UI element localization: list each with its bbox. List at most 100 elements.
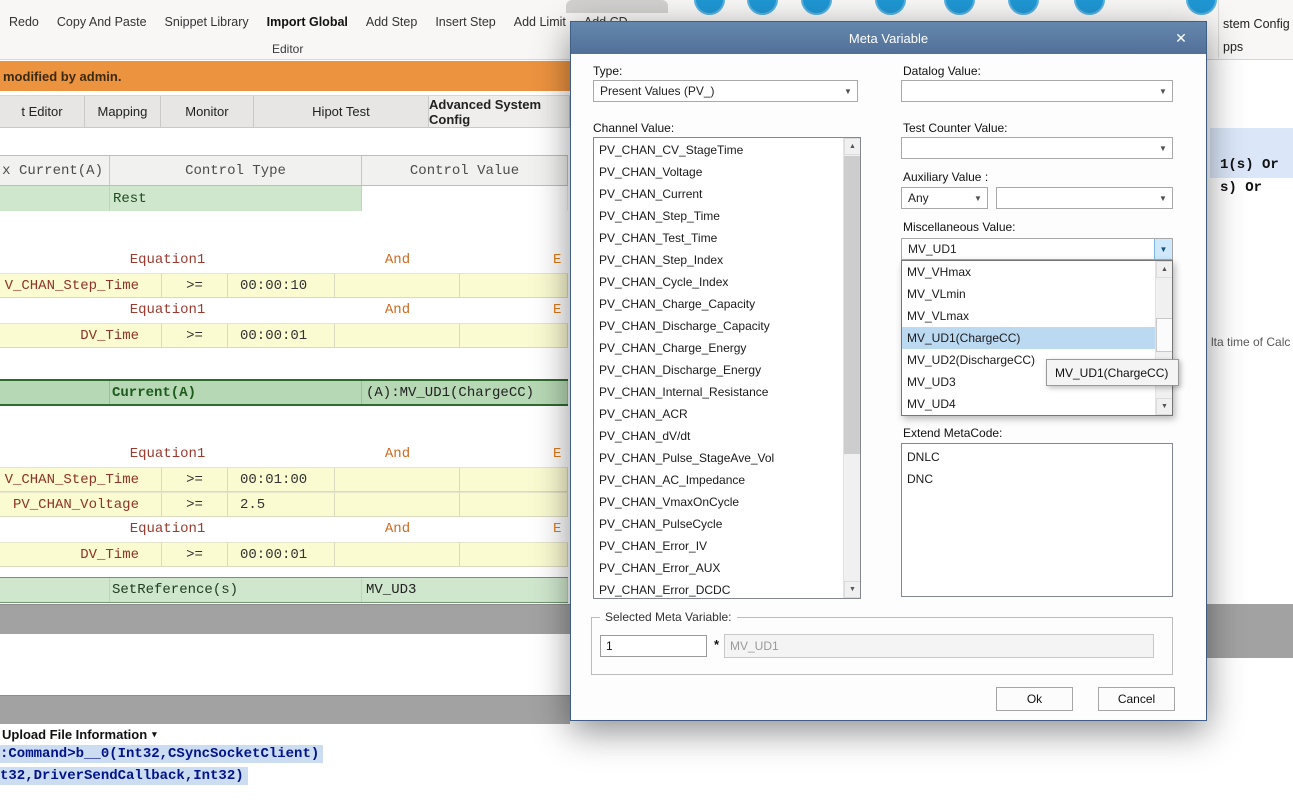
equation-row[interactable]: Equation1 And E (0, 298, 568, 323)
datalog-value-select[interactable]: ▼ (901, 80, 1173, 102)
channel-list-item[interactable]: PV_CHAN_Internal_Resistance (594, 381, 842, 403)
channel-list-item[interactable]: PV_CHAN_Error_IV (594, 535, 842, 557)
datalog-value-label: Datalog Value: (903, 64, 981, 78)
toolbar-button[interactable]: Add Step (357, 15, 426, 29)
close-icon[interactable]: ✕ (1170, 29, 1192, 47)
scroll-down-icon[interactable]: ▼ (1156, 398, 1173, 415)
meta-count-field[interactable]: 1 (600, 635, 707, 657)
current-step-type: Current(A) (110, 381, 362, 404)
equation-next-partial: E (460, 442, 568, 467)
ribbon-tab-apps[interactable]: pps (1223, 40, 1243, 54)
channel-list-item[interactable]: PV_CHAN_Discharge_Energy (594, 359, 842, 381)
condition-operator: >= (162, 542, 228, 567)
chevron-down-icon: ▾ (152, 729, 157, 740)
app-icon[interactable] (694, 0, 725, 15)
channel-list-item[interactable]: PV_CHAN_AC_Impedance (594, 469, 842, 491)
scroll-down-icon[interactable]: ▼ (844, 581, 861, 598)
main-tab[interactable]: Monitor (161, 96, 254, 127)
channel-list-item[interactable]: PV_CHAN_dV/dt (594, 425, 842, 447)
log-line: :Command>b__0(Int32,CSyncSocketClient) (0, 746, 323, 762)
chevron-down-icon: ▼ (1154, 138, 1172, 158)
app-icon[interactable] (944, 0, 975, 15)
popup-scrollbar[interactable]: ▲ ▼ (1155, 261, 1172, 415)
chevron-down-icon: ▼ (839, 81, 857, 101)
channel-list-item[interactable]: PV_CHAN_Test_Time (594, 227, 842, 249)
equation-and-label: And (335, 248, 460, 273)
toolbar-button[interactable]: Snippet Library (156, 15, 258, 29)
miscellaneous-value-combobox[interactable]: MV_UD1 ▼ (901, 238, 1173, 260)
toolbar-button[interactable]: Import Global (258, 15, 357, 29)
dropdown-option[interactable]: MV_VHmax (902, 261, 1155, 283)
channel-list-item[interactable]: PV_CHAN_Error_AUX (594, 557, 842, 579)
channel-list-item[interactable]: PV_CHAN_Error_DCDC (594, 579, 842, 597)
app-icon[interactable] (1008, 0, 1039, 15)
main-tab[interactable]: Hipot Test (254, 96, 429, 127)
equation-label: Equation1 (0, 298, 335, 323)
channel-list-item[interactable]: PV_CHAN_Charge_Capacity (594, 293, 842, 315)
app-icon[interactable] (747, 0, 778, 15)
dropdown-option[interactable]: MV_VLmax (902, 305, 1155, 327)
toolbar-button[interactable]: Add Limit (505, 15, 575, 29)
condition-empty-cell (335, 492, 460, 517)
channel-list-item[interactable]: PV_CHAN_Voltage (594, 161, 842, 183)
condition-row[interactable]: DV_Time >= 00:00:01 (0, 323, 568, 348)
dropdown-option[interactable]: MV_UD4 (902, 393, 1155, 415)
equation-row[interactable]: Equation1 And E (0, 248, 568, 273)
channel-value-label: Channel Value: (593, 121, 674, 135)
channel-list-item[interactable]: PV_CHAN_Charge_Energy (594, 337, 842, 359)
main-tab[interactable]: Mapping (85, 96, 161, 127)
scrollbar-thumb[interactable] (844, 156, 861, 454)
toolbar-button[interactable]: Insert Step (426, 15, 504, 29)
cancel-button[interactable]: Cancel (1098, 687, 1175, 711)
channel-list-item[interactable]: PV_CHAN_CV_StageTime (594, 139, 842, 161)
channel-list-item[interactable]: PV_CHAN_PulseCycle (594, 513, 842, 535)
channel-list-item[interactable]: PV_CHAN_ACR (594, 403, 842, 425)
toolbar-button[interactable]: Redo (0, 15, 48, 29)
extend-metacode-item[interactable]: DNC (902, 468, 1171, 490)
equation-row[interactable]: Equation1 And E (0, 517, 568, 542)
meta-name-field[interactable]: MV_UD1 (724, 634, 1154, 658)
channel-list-item[interactable]: PV_CHAN_Step_Index (594, 249, 842, 271)
upload-file-information-toggle[interactable]: Upload File Information ▾ (2, 727, 157, 742)
condition-row[interactable]: PV_CHAN_Voltage >= 2.5 (0, 492, 568, 517)
current-step-row[interactable]: Current(A) (A):MV_UD1(ChargeCC) (0, 379, 568, 406)
scroll-up-icon[interactable]: ▲ (844, 138, 861, 155)
auxiliary-value-select[interactable]: ▼ (996, 187, 1173, 209)
main-tab[interactable]: t Editor (0, 96, 85, 127)
dropdown-option[interactable]: MV_VLmin (902, 283, 1155, 305)
app-icon[interactable] (1186, 0, 1217, 15)
main-tab[interactable]: Advanced System Config (429, 96, 570, 127)
channel-list-item[interactable]: PV_CHAN_Step_Time (594, 205, 842, 227)
channel-scrollbar[interactable]: ▲ ▼ (843, 138, 860, 598)
ribbon-tab-system-config[interactable]: stem Config (1223, 17, 1290, 31)
channel-list-item[interactable]: PV_CHAN_Cycle_Index (594, 271, 842, 293)
channel-list-item[interactable]: PV_CHAN_Discharge_Capacity (594, 315, 842, 337)
toolbar-items: RedoCopy And PasteSnippet LibraryImport … (0, 15, 637, 29)
auxiliary-any-select[interactable]: Any ▼ (901, 187, 988, 209)
app-icon[interactable] (875, 0, 906, 15)
toolbar-button[interactable]: Copy And Paste (48, 15, 156, 29)
test-counter-select[interactable]: ▼ (901, 137, 1173, 159)
setreference-row[interactable]: SetReference(s) MV_UD3 (0, 577, 568, 603)
app-icon[interactable] (1074, 0, 1105, 15)
condition-row[interactable]: V_CHAN_Step_Time >= 00:01:00 (0, 467, 568, 492)
app-icon[interactable] (801, 0, 832, 15)
ok-button[interactable]: Ok (996, 687, 1073, 711)
chevron-down-icon: ▼ (1154, 239, 1172, 259)
condition-empty-cell (335, 273, 460, 298)
extend-metacode-items: DNLCDNC (902, 446, 1171, 595)
extend-metacode-item[interactable]: DNLC (902, 446, 1171, 468)
dropdown-option[interactable]: MV_UD1(ChargeCC) (902, 327, 1155, 349)
condition-row[interactable]: DV_Time >= 00:00:01 (0, 542, 568, 567)
channel-list-item[interactable]: PV_CHAN_Pulse_StageAve_Vol (594, 447, 842, 469)
window-tab-shape (566, 0, 668, 13)
scrollbar-thumb[interactable] (1156, 318, 1173, 352)
rest-step-row[interactable]: Rest (0, 186, 568, 211)
channel-list-item[interactable]: PV_CHAN_VmaxOnCycle (594, 491, 842, 513)
equation-row[interactable]: Equation1 And E (0, 442, 568, 467)
condition-row[interactable]: V_CHAN_Step_Time >= 00:00:10 (0, 273, 568, 298)
channel-list-item[interactable]: PV_CHAN_Current (594, 183, 842, 205)
type-select[interactable]: Present Values (PV_) ▼ (593, 80, 858, 102)
condition-operator: >= (162, 492, 228, 517)
scroll-up-icon[interactable]: ▲ (1156, 261, 1173, 278)
